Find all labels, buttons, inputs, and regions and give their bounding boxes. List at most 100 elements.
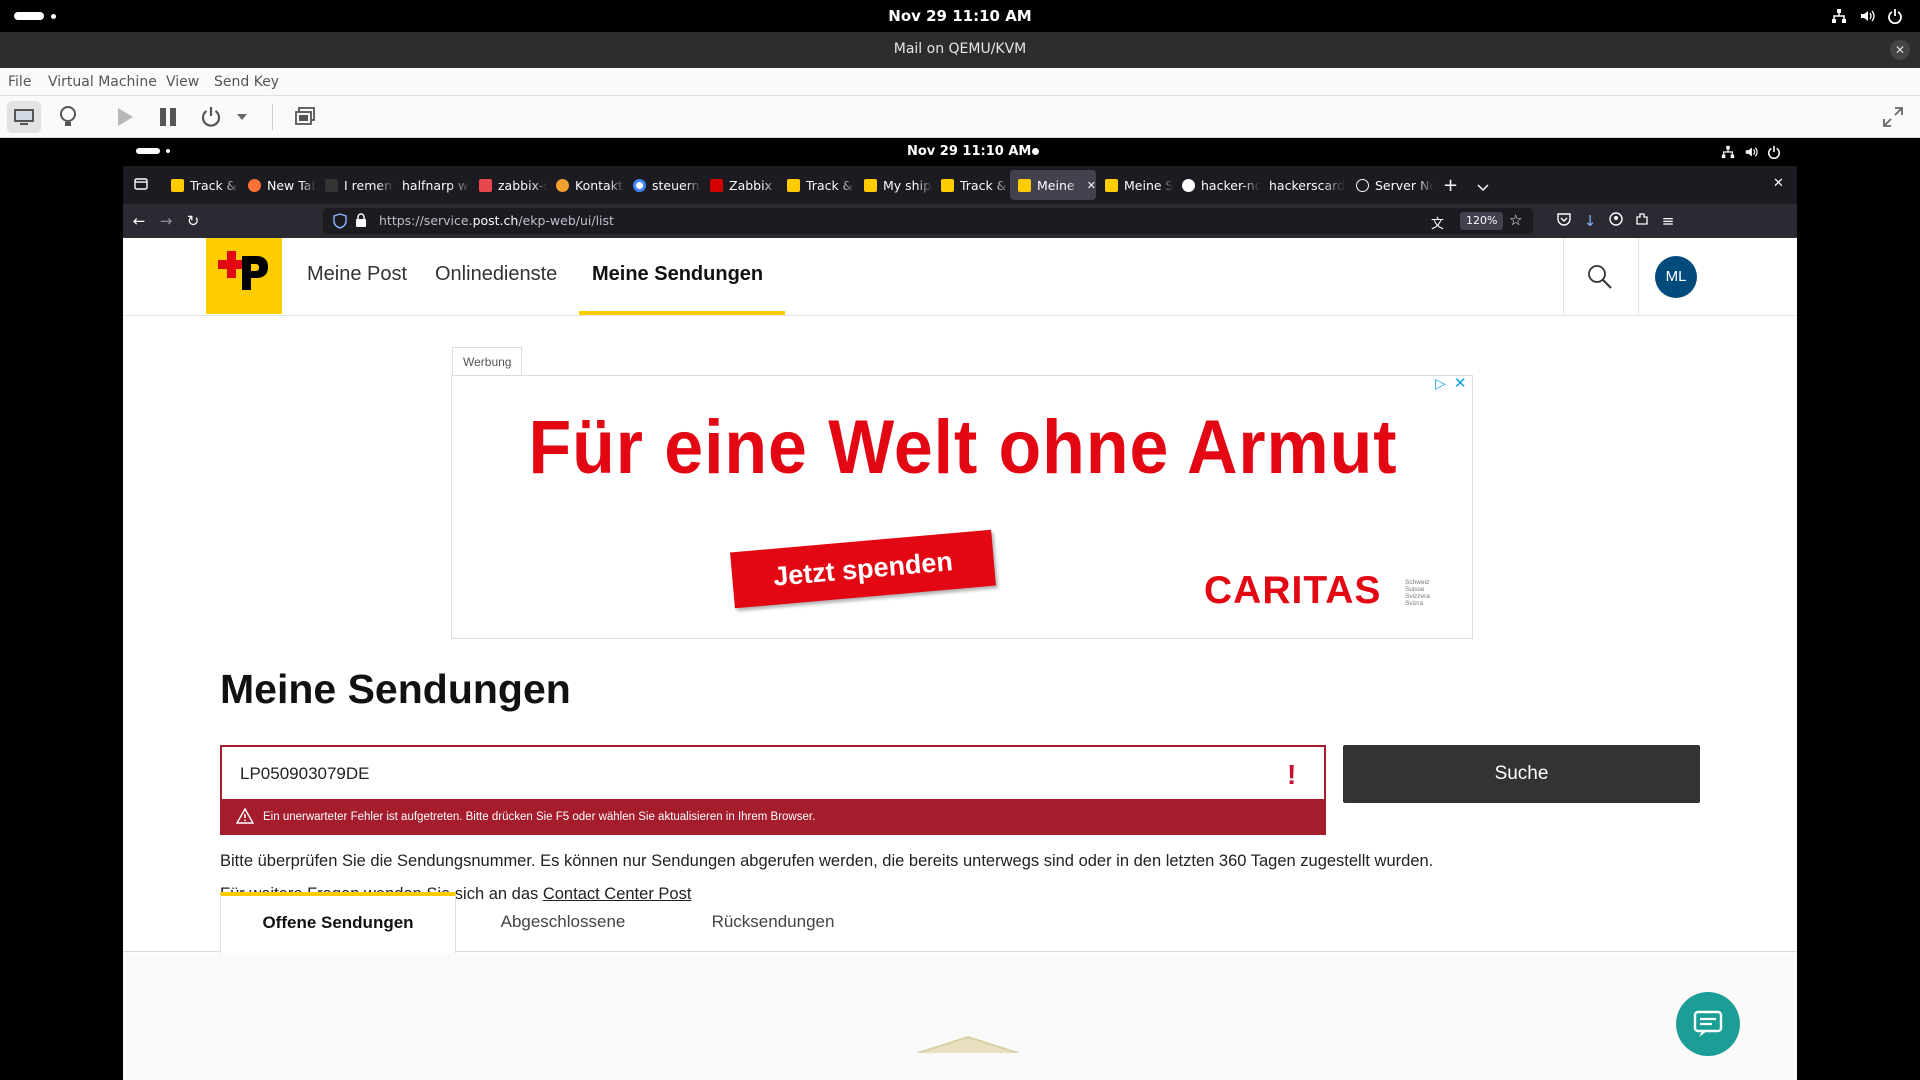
github-favicon-icon <box>1182 178 1195 192</box>
firefox-favicon-icon <box>248 178 261 192</box>
details-lightbulb-icon[interactable] <box>51 101 85 133</box>
info-text: Bitte überprüfen Sie die Sendungsnummer.… <box>220 852 1434 870</box>
url-bar[interactable]: https://service.post.ch/ekp-web/ui/list … <box>323 208 1533 234</box>
close-ad-icon[interactable]: ✕ <box>1454 376 1467 392</box>
browser-tab[interactable]: zabbix-sn <box>471 170 547 200</box>
menu-file[interactable]: File <box>8 74 31 90</box>
lock-icon[interactable] <box>355 213 367 232</box>
search-button[interactable]: Suche <box>1343 745 1700 803</box>
run-button[interactable] <box>108 101 142 133</box>
guest-volume-icon[interactable] <box>1744 144 1758 163</box>
tab-favicon-icon <box>1105 178 1118 192</box>
shutdown-menu-chevron-icon[interactable] <box>232 101 252 133</box>
vm-window-titlebar: Mail on QEMU/KVM ✕ <box>0 32 1920 68</box>
window-title: Mail on QEMU/KVM <box>893 41 1027 57</box>
shutdown-button[interactable] <box>194 101 228 133</box>
browser-tab[interactable]: halfnarp web <box>394 170 470 200</box>
shipments-list-area <box>123 953 1797 1080</box>
menu-virtual-machine[interactable]: Virtual Machine <box>48 74 157 90</box>
forward-arrow-icon[interactable]: → <box>155 210 177 232</box>
console-view-button[interactable] <box>7 101 41 133</box>
site-header: Meine Post Onlinedienste Meine Sendungen… <box>123 238 1797 316</box>
reload-icon[interactable]: ↻ <box>182 210 204 232</box>
browser-tab[interactable]: Track & Tr <box>933 170 1009 200</box>
empty-state-box-icon <box>913 1033 1023 1057</box>
nav-meine-sendungen[interactable]: Meine Sendungen <box>592 263 763 286</box>
tab-bar: Track & Trace New Tab I remember halfnar… <box>123 166 1797 204</box>
browser-tab[interactable]: My shipm <box>856 170 932 200</box>
snapshots-button[interactable] <box>288 101 322 133</box>
browser-tab[interactable]: I remember <box>317 170 393 200</box>
search-icon[interactable] <box>1587 264 1613 294</box>
tab-abgeschlossene[interactable]: Abgeschlossene <box>458 892 668 952</box>
translate-icon[interactable]: 文 <box>1431 213 1444 232</box>
guest-workspace-dot <box>166 149 170 153</box>
menu-view[interactable]: View <box>166 74 199 90</box>
tab-favicon-icon <box>479 178 492 192</box>
browser-tab[interactable]: Kontakt | <box>548 170 624 200</box>
browser-tab[interactable]: Server No <box>1348 170 1434 200</box>
guest-network-icon[interactable] <box>1721 144 1735 163</box>
tab-ruecksendungen[interactable]: Rücksendungen <box>668 892 878 952</box>
header-divider <box>1638 238 1639 315</box>
tracking-number-input[interactable]: LP050903079DE ! <box>220 745 1326 801</box>
url-text[interactable]: https://service.post.ch/ekp-web/ui/list <box>379 213 614 228</box>
list-tabs-chevron-icon[interactable] <box>1477 178 1489 197</box>
browser-tab[interactable]: Meine Se <box>1097 170 1173 200</box>
bookmark-star-icon[interactable]: ☆ <box>1509 211 1522 229</box>
guest-activities-indicator[interactable] <box>136 148 160 154</box>
browser-tab[interactable]: Track & Tr <box>779 170 855 200</box>
browser-tab[interactable]: steuern v <box>625 170 701 200</box>
firefox-view-icon[interactable] <box>133 176 151 194</box>
close-window-icon[interactable]: ✕ <box>1890 40 1910 60</box>
close-window-icon[interactable]: ✕ <box>1773 176 1784 191</box>
chat-button[interactable] <box>1676 992 1740 1056</box>
ad-label: Werbung <box>452 347 523 375</box>
vm-toolbar <box>0 96 1920 138</box>
tab-favicon-icon <box>787 178 800 192</box>
browser-tab[interactable]: hacker-no <box>1174 170 1260 200</box>
downloads-icon[interactable]: ↓ <box>1579 210 1601 232</box>
tab-favicon-icon <box>710 178 723 192</box>
tab-favicon-icon <box>171 178 184 192</box>
tab-favicon-icon <box>325 178 338 192</box>
zoom-level-badge[interactable]: 120% <box>1460 212 1504 230</box>
browser-tab[interactable]: hackerscard <box>1261 170 1347 200</box>
nav-meine-post[interactable]: Meine Post <box>307 263 407 286</box>
vm-display[interactable]: Nov 29 11:10 AM Track & Trace New Tab I … <box>0 138 1920 1080</box>
fullscreen-icon[interactable] <box>1876 101 1910 133</box>
hamburger-menu-icon[interactable]: ≡ <box>1657 210 1679 232</box>
nav-onlinedienste[interactable]: Onlinedienste <box>435 263 557 286</box>
pocket-icon[interactable] <box>1553 210 1575 232</box>
power-icon[interactable] <box>1887 8 1903 25</box>
info-favicon-icon <box>1356 178 1369 192</box>
post-logo[interactable] <box>206 238 282 314</box>
volume-icon[interactable] <box>1859 8 1875 24</box>
browser-tab[interactable]: Zabbix Do <box>702 170 778 200</box>
browser-tab[interactable]: New Tab <box>240 170 316 200</box>
guest-clock[interactable]: Nov 29 11:10 AM <box>907 144 1031 159</box>
advertisement-banner[interactable]: ▷ ✕ Für eine Welt ohne Armut Jetzt spend… <box>451 375 1473 639</box>
shipment-tabs: Offene Sendungen Abgeschlossene Rücksend… <box>123 892 1797 953</box>
ad-headline: Für eine Welt ohne Armut <box>528 405 1398 490</box>
extensions-icon[interactable] <box>1631 210 1653 232</box>
pause-button[interactable] <box>151 101 185 133</box>
back-arrow-icon[interactable]: ← <box>128 210 150 232</box>
adchoices-icon[interactable]: ▷ <box>1435 376 1446 392</box>
browser-tab[interactable]: Track & Trace <box>163 170 239 200</box>
account-icon[interactable] <box>1605 210 1627 232</box>
error-message-bar: Ein unerwarteter Fehler ist aufgetreten.… <box>220 801 1326 835</box>
guest-power-icon[interactable] <box>1767 144 1781 163</box>
host-clock[interactable]: Nov 29 11:10 AM <box>0 7 1920 25</box>
tracking-number-value[interactable]: LP050903079DE <box>240 764 370 784</box>
new-tab-icon[interactable]: + <box>1443 175 1458 196</box>
tab-offene-sendungen[interactable]: Offene Sendungen <box>220 892 456 953</box>
browser-tab-active[interactable]: Meine S✕ <box>1010 170 1096 200</box>
close-tab-icon[interactable]: ✕ <box>1087 179 1096 192</box>
tracking-shield-icon[interactable] <box>333 213 347 233</box>
menu-send-key[interactable]: Send Key <box>214 74 279 90</box>
ad-donate-button[interactable]: Jetzt spenden <box>730 529 996 609</box>
network-icon[interactable] <box>1831 8 1847 24</box>
tab-favicon-icon <box>941 178 954 192</box>
avatar[interactable]: ML <box>1655 256 1697 298</box>
